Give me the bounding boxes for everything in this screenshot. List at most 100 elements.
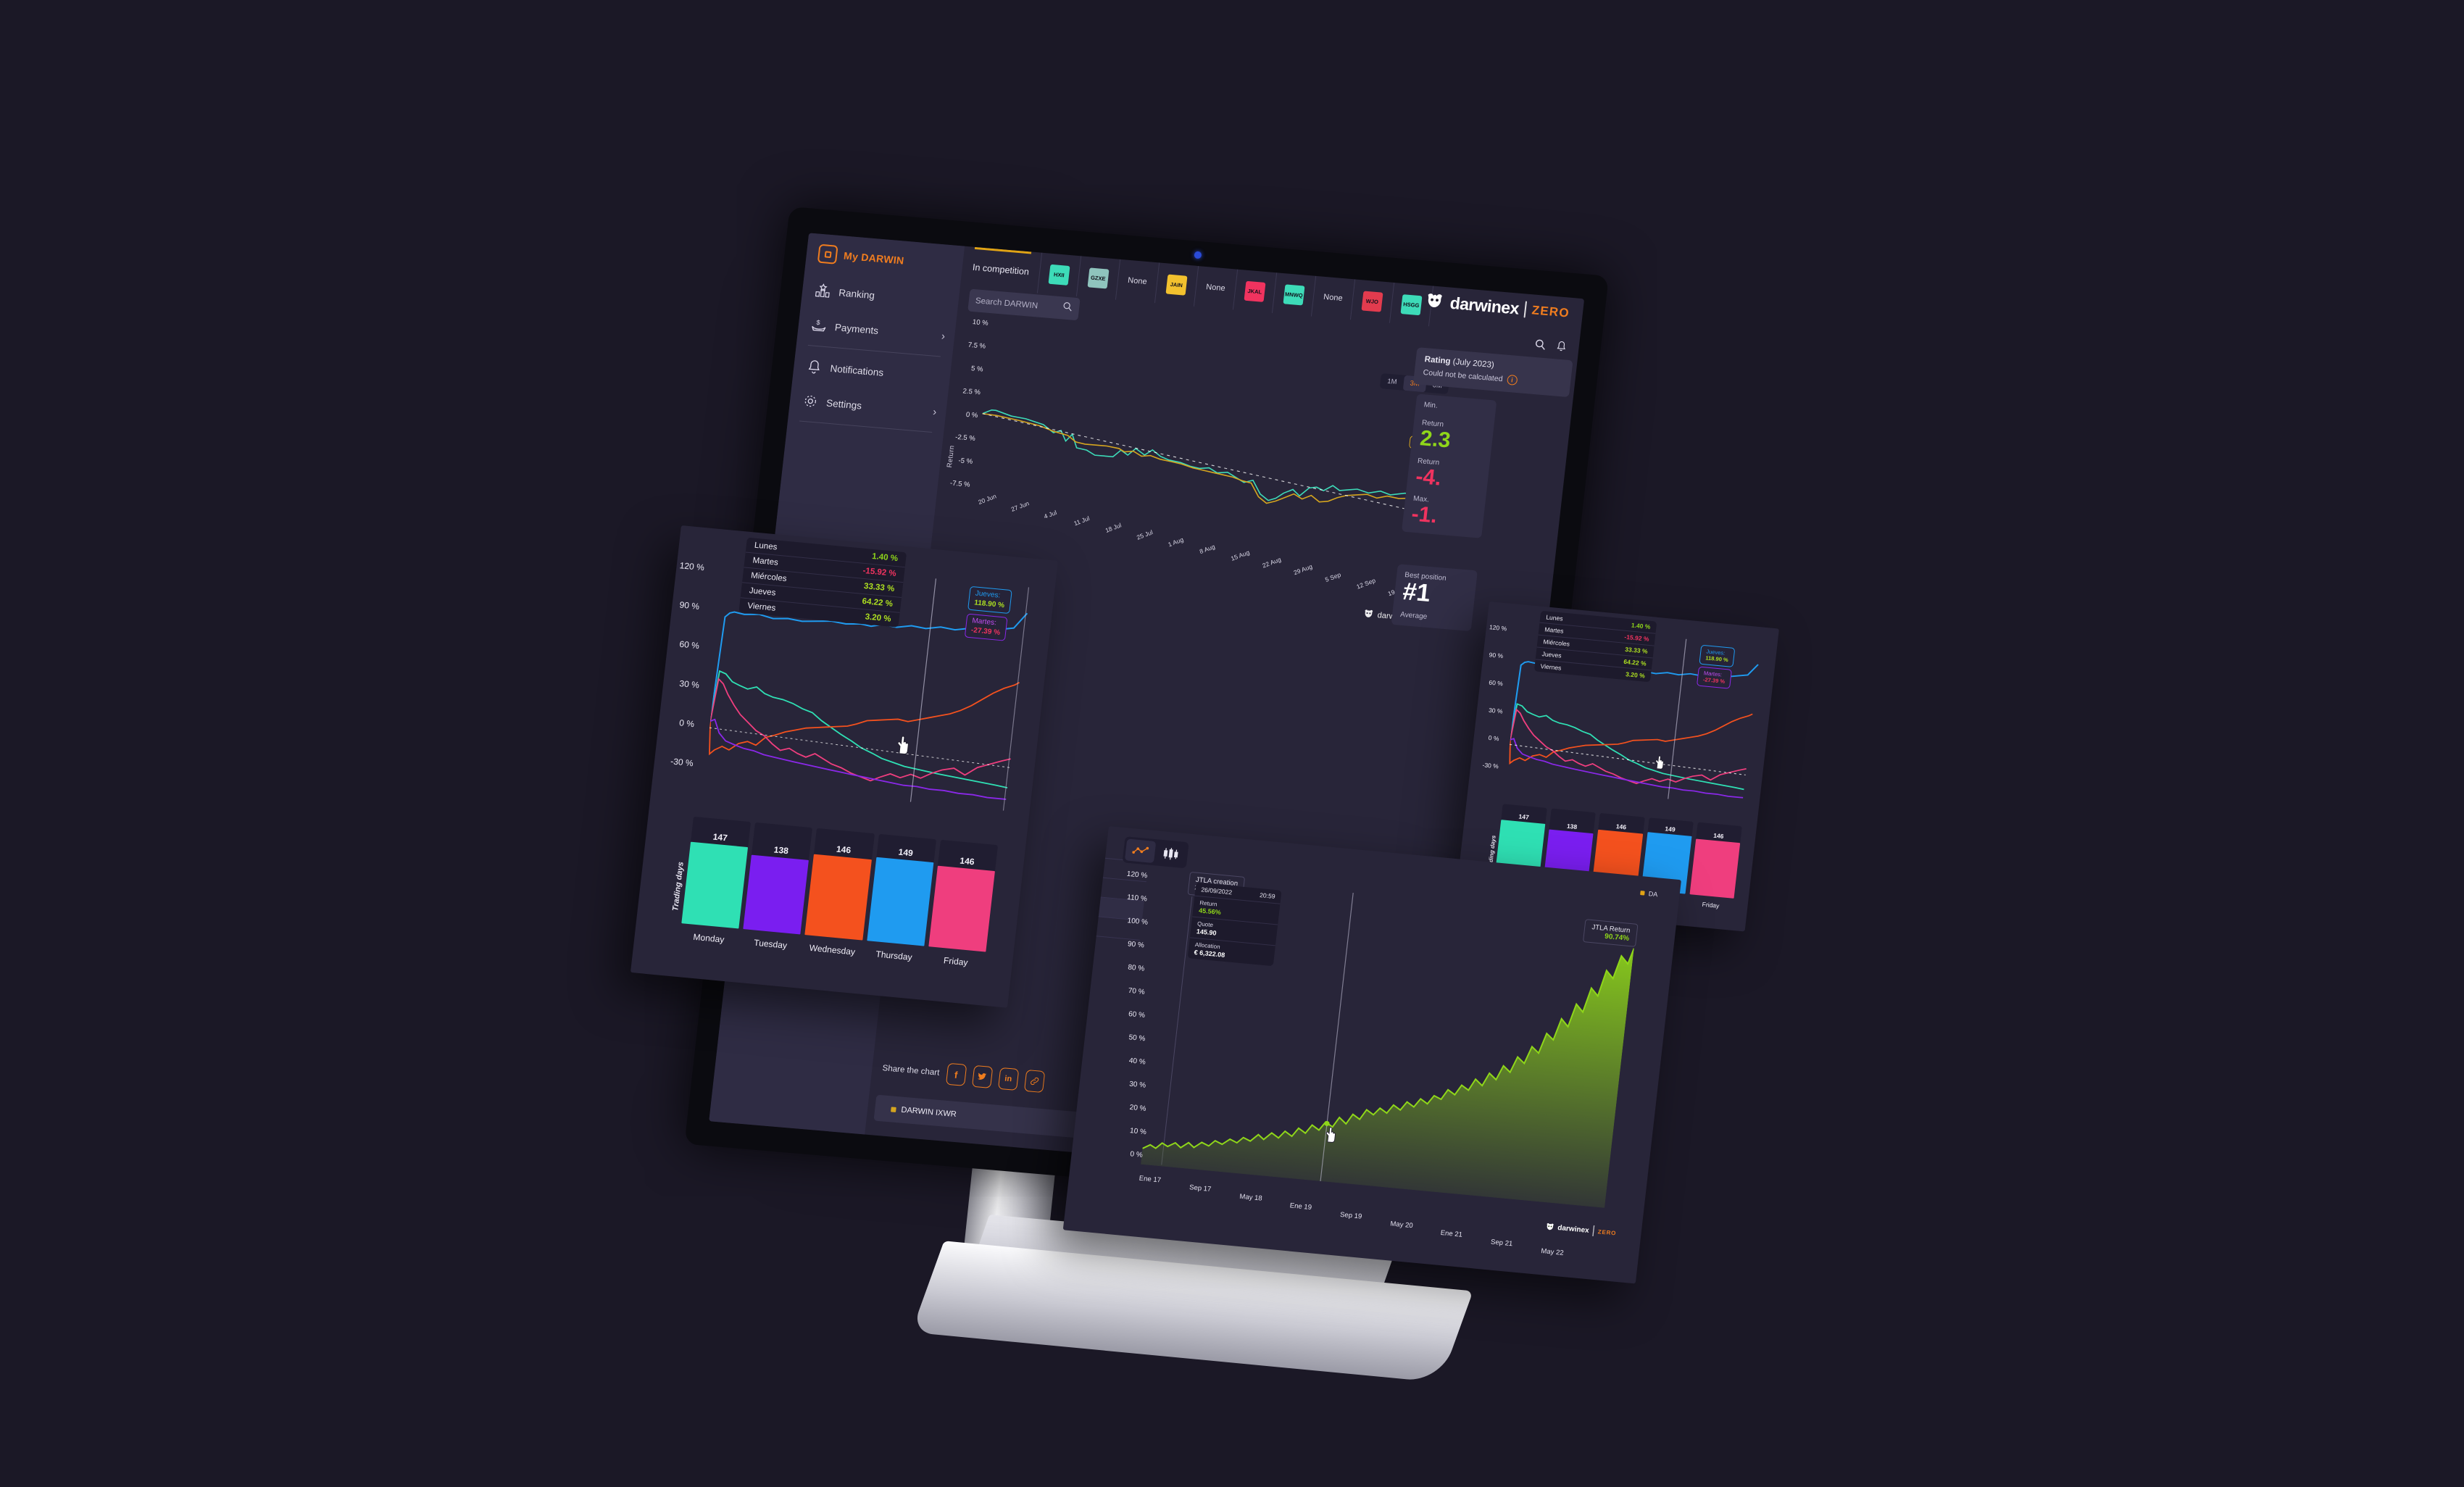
darwin-tag-cell[interactable]: MNWQ [1272, 272, 1317, 317]
chart-legend-item[interactable]: DA [1640, 889, 1658, 898]
share-label: Share the chart [881, 1064, 940, 1078]
rating-title-label: Rating [1424, 355, 1452, 367]
info-icon[interactable]: i [1506, 374, 1518, 386]
weekday-return-screen-left: 120 % 90 % 60 % 30 % 0 % -30 % Lunes 1.4… [630, 525, 1058, 1008]
tooltip-value: 33.33 % [863, 582, 895, 593]
tooltip-value: -15.92 % [862, 566, 897, 579]
y-tick: 70 % [1128, 986, 1146, 996]
y-tick: -30 % [670, 756, 694, 769]
stat-label: Min. [1423, 401, 1439, 410]
twitter-icon[interactable] [971, 1065, 993, 1088]
bar-column[interactable]: 147 Monday [681, 816, 752, 945]
bar-column[interactable]: 146 Friday [928, 839, 999, 967]
darwin-tag: JKAL [1244, 280, 1266, 302]
darwin-tag-cell[interactable]: None [1311, 275, 1356, 320]
bar-column[interactable]: 146 Friday [1689, 822, 1742, 909]
x-tick: 5 Sep [1324, 570, 1342, 583]
svg-text:$: $ [816, 319, 820, 326]
darwin-tag-none: None [1205, 283, 1226, 293]
tooltip-time: 20:59 [1259, 891, 1276, 900]
x-tick: Ene 19 [1289, 1201, 1312, 1212]
x-tick: Sep 21 [1490, 1238, 1513, 1249]
search-icon[interactable] [1533, 338, 1547, 354]
candlestick-chart-icon[interactable] [1155, 841, 1186, 866]
x-tick: Ene 21 [1440, 1228, 1463, 1239]
legend-swatch [891, 1106, 896, 1112]
tooltip-value: 64.22 % [1623, 657, 1647, 667]
bar [743, 854, 809, 935]
darwin-tag-cell[interactable]: WJO [1350, 279, 1395, 323]
tab-label: In competition [972, 262, 1030, 278]
callout-martes: Martes: -27.39 % [1696, 666, 1733, 689]
my-darwin-icon [817, 243, 838, 265]
my-darwin-label: My DARWIN [843, 249, 905, 267]
tooltip-key: Viernes [746, 601, 776, 613]
legend-item[interactable]: DARWIN IXWR [891, 1104, 957, 1119]
callout-value: 118.90 % [973, 598, 1005, 609]
notification-bell-icon[interactable] [1554, 340, 1568, 356]
facebook-icon[interactable]: f [945, 1062, 967, 1086]
callout-martes: Martes: -27.39 % [964, 613, 1008, 641]
tooltip-key: Viernes [1540, 662, 1562, 672]
darwin-tag-cell[interactable]: None [1194, 266, 1239, 310]
line-chart-icon[interactable] [1124, 838, 1157, 864]
x-tick: Ene 17 [1139, 1174, 1162, 1185]
tooltip-value: 3.20 % [864, 612, 892, 624]
tooltip-date: 26/09/2022 [1200, 886, 1233, 896]
darwin-tag-cell[interactable]: None [1115, 259, 1160, 304]
darwin-tag-cell[interactable]: GZXE [1076, 256, 1121, 300]
bar [928, 865, 995, 952]
x-tick: May 22 [1540, 1247, 1565, 1257]
header-icons [1533, 338, 1568, 357]
x-tick: 15 Aug [1230, 549, 1251, 562]
darwin-tag-cell[interactable]: JAIN [1154, 262, 1199, 307]
y-tick: 5 % [970, 365, 984, 374]
x-tick: 29 Aug [1292, 562, 1314, 577]
tooltip-key: Jueves [749, 586, 776, 598]
darwin-tag-cell[interactable]: JKAL [1233, 269, 1278, 313]
payments-icon: $ [810, 317, 828, 334]
tooltip-key: Miércoles [750, 571, 788, 583]
chevron-right-icon[interactable]: › [941, 330, 946, 342]
share-chart-row: Share the chart f in [881, 1057, 1045, 1093]
tab-in-competition[interactable]: In competition [960, 246, 1043, 293]
y-tick: 10 % [972, 318, 989, 328]
timeframe-1m[interactable]: 1M [1380, 373, 1404, 391]
jtla-return-badge: JTLA Return 90.74% [1583, 919, 1639, 947]
search-placeholder: Search DARWIN [975, 296, 1039, 311]
y-tick: 120 % [678, 560, 705, 573]
legend-label: DARWIN IXWR [900, 1105, 957, 1120]
chevron-right-icon[interactable]: › [932, 406, 937, 418]
owl-icon [1423, 291, 1445, 312]
stat-value: 2.3 [1418, 426, 1452, 453]
y-tick: 0 % [1488, 733, 1500, 743]
ranking-icon [814, 282, 831, 299]
callout-jueves: Jueves: 118.90 % [1699, 644, 1736, 667]
search-icon[interactable] [1062, 301, 1073, 315]
stat-card-min: Min. Return 2.3 Return -4. Max. -1. [1402, 393, 1497, 538]
x-tick: 12 Sep [1355, 576, 1377, 591]
bar-column[interactable]: 149 Thursday [866, 833, 936, 962]
stat-value: #1 [1401, 578, 1432, 608]
tooltip-value: -15.92 % [1623, 633, 1650, 643]
darwin-tag-cell[interactable]: HXII [1037, 252, 1082, 297]
watermark-suffix: ZERO [1597, 1228, 1617, 1237]
bar-column[interactable]: 138 Tuesday [743, 822, 813, 951]
y-tick: 30 % [1128, 1080, 1146, 1090]
linkedin-icon[interactable]: in [997, 1067, 1019, 1091]
gear-icon [802, 393, 819, 410]
bar-column[interactable]: 146 Wednesday [804, 828, 875, 957]
y-tick: 40 % [1128, 1057, 1146, 1067]
y-tick: -5 % [957, 457, 973, 466]
link-icon[interactable] [1023, 1069, 1045, 1093]
weekday-tooltip: Lunes 1.40 % Martes -15.92 % Miércoles 3… [738, 537, 907, 628]
x-tick: May 20 [1389, 1220, 1414, 1230]
callout-jueves: Jueves: 118.90 % [967, 586, 1012, 615]
y-tick: 7.5 % [967, 341, 986, 351]
brand-suffix: ZERO [1531, 302, 1570, 320]
sidebar-item-label: Notifications [829, 362, 885, 378]
x-tick: 1 Aug [1167, 536, 1185, 549]
darwin-tag: HXII [1048, 264, 1070, 286]
y-tick: 80 % [1127, 963, 1145, 973]
bar [681, 841, 749, 929]
